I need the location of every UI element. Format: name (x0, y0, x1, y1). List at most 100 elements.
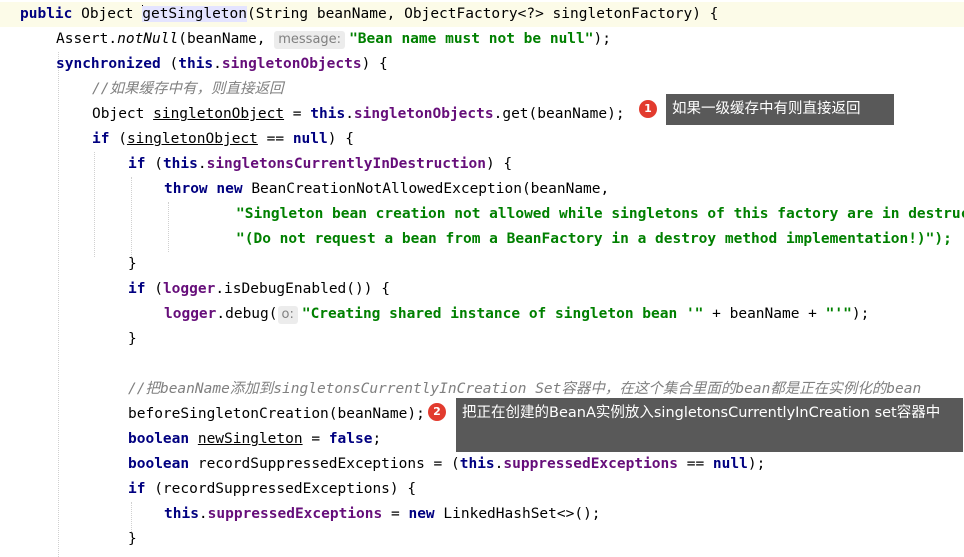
string-literal: "Singleton bean creation not allowed whi… (236, 206, 964, 222)
indent-guide (131, 177, 132, 257)
field-name: singletonsCurrentlyInDestruction (206, 156, 486, 172)
keyword: if (128, 481, 146, 497)
code-line[interactable]: if (logger.isDebugEnabled()) { (128, 277, 390, 302)
code-text: . (345, 106, 354, 122)
code-line[interactable]: //如果缓存中有，则直接返回 (92, 77, 283, 102)
code-text: = (382, 506, 409, 522)
code-text: Assert. (56, 31, 118, 47)
keyword: this (164, 506, 199, 522)
keyword: synchronized (56, 56, 161, 72)
indent-guide (168, 202, 169, 252)
code-line[interactable]: throw new BeanCreationNotAllowedExceptio… (164, 177, 609, 202)
code-line[interactable]: beforeSingletonCreation(beanName); (128, 402, 425, 427)
code-line[interactable]: if (this.singletonsCurrentlyInDestructio… (128, 152, 512, 177)
code-text: } (128, 331, 137, 347)
keyword: new (408, 506, 435, 522)
code-line[interactable]: } (128, 527, 137, 552)
code-text: = (302, 431, 329, 447)
method-call: notNull (117, 31, 179, 47)
annotation-callout: 如果一级缓存中有则直接返回 (666, 94, 894, 125)
keyword: this (178, 56, 214, 72)
code-text: (recordSuppressedExceptions) { (145, 481, 417, 497)
parameter-hint: message: (274, 31, 346, 49)
keyword: throw (164, 181, 208, 197)
code-text: ) { (485, 156, 513, 172)
code-line[interactable]: } (128, 252, 137, 277)
code-line[interactable]: "(Do not request a bean from a BeanFacto… (236, 227, 952, 252)
annotation-callout: 把正在创建的BeanA实例放入singletonsCurrentlyInCrea… (456, 398, 963, 452)
keyword: if (128, 281, 146, 297)
keyword: null (712, 456, 748, 472)
keyword: if (92, 131, 110, 147)
keyword: if (128, 156, 146, 172)
field-name: singletonObjects (353, 106, 494, 122)
code-text: ); (593, 31, 611, 47)
code-text: .get(beanName); (493, 106, 625, 122)
indent-guide (94, 152, 95, 257)
code-comment: //把beanName添加到singletonsCurrentlyInCreat… (128, 381, 922, 397)
keyword: false (328, 431, 373, 447)
code-text: ; (372, 431, 382, 447)
string-literal: "'" (825, 306, 852, 322)
code-line[interactable]: if (recordSuppressedExceptions) { (128, 477, 416, 502)
code-text: (String beanName, ObjectFactory<?> singl… (247, 6, 719, 22)
code-text: == (678, 456, 713, 472)
code-text: ( (145, 281, 163, 297)
code-text: . (198, 506, 208, 522)
code-editor[interactable]: public Object getSingleton(String beanNa… (0, 0, 964, 557)
code-line[interactable]: boolean newSingleton = false; (128, 427, 381, 452)
code-comment: //如果缓存中有，则直接返回 (92, 81, 284, 97)
code-text: + beanName + (703, 306, 826, 322)
code-text: . (197, 156, 207, 172)
code-line[interactable]: logger.debug(o: "Creating shared instance… (164, 302, 869, 327)
annotation-number-badge: 2 (428, 403, 446, 421)
code-text: .debug( (216, 306, 278, 322)
code-line[interactable]: boolean recordSuppressedExceptions = (th… (128, 452, 765, 477)
code-line[interactable]: synchronized (this.singletonObjects) { (56, 52, 388, 77)
code-text: BeanCreationNotAllowedException(beanName… (242, 181, 610, 197)
code-text: ); (747, 456, 766, 472)
field-name: singletonObjects (221, 56, 362, 72)
code-text: Object (92, 106, 154, 122)
string-literal: "(Do not request a bean from a BeanFacto… (236, 231, 952, 247)
code-text: } (128, 531, 137, 547)
code-line[interactable]: this.suppressedExceptions = new LinkedHa… (164, 502, 601, 527)
keyword: null (292, 131, 328, 147)
indent-guide (58, 52, 59, 557)
code-text: recordSuppressedExceptions = ( (189, 456, 460, 472)
parameter-hint: o: (277, 306, 298, 324)
string-literal: "Creating shared instance of singleton b… (301, 306, 704, 322)
code-text: .isDebugEnabled()) { (215, 281, 390, 297)
keyword: boolean (128, 456, 190, 472)
keyword: this (459, 456, 495, 472)
code-text: ) { (327, 131, 354, 147)
code-text: LinkedHashSet<>(); (434, 506, 601, 522)
field-name: suppressedExceptions (503, 456, 678, 472)
code-text: ) { (361, 56, 388, 72)
code-text: (beanName, (178, 31, 275, 47)
variable-name: singletonObject (126, 131, 258, 147)
method-name: getSingleton (142, 6, 247, 22)
string-literal: "Bean name must not be null" (349, 31, 594, 47)
code-text: . (213, 56, 222, 72)
code-line[interactable]: if (singletonObject == null) { (92, 127, 354, 152)
field-name: logger (162, 281, 216, 297)
code-line[interactable]: Object singletonObject = this.singletonO… (92, 102, 625, 127)
code-line[interactable]: } (128, 327, 137, 352)
keyword: new (216, 181, 243, 197)
variable-name: singletonObject (153, 106, 285, 122)
keyword: boolean (128, 431, 190, 447)
code-text: ( (109, 131, 127, 147)
keyword: this (310, 106, 346, 122)
code-text: == (257, 131, 293, 147)
code-line[interactable]: Assert.notNull(beanName, message: "Bean n… (56, 27, 611, 52)
code-text: ( (145, 156, 163, 172)
code-text: ( (160, 56, 179, 72)
code-text: ); (851, 306, 870, 322)
code-line[interactable]: public Object getSingleton(String beanNa… (0, 2, 964, 27)
variable-name: newSingleton (197, 431, 303, 447)
keyword: this (162, 156, 198, 172)
code-line[interactable]: "Singleton bean creation not allowed whi… (236, 202, 964, 227)
code-text: beforeSingletonCreation(beanName); (128, 406, 425, 422)
